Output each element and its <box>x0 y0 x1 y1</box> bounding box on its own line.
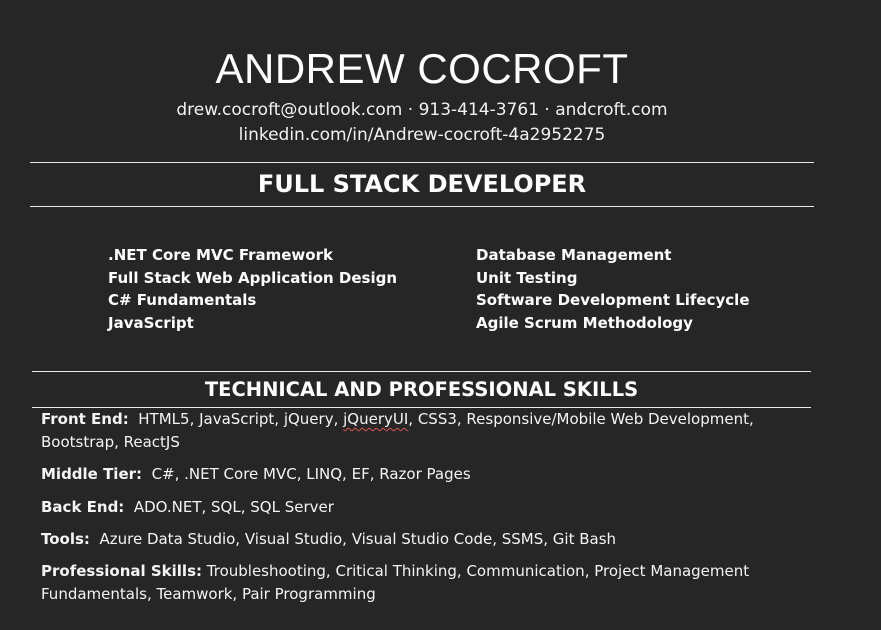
skill-professional: Professional Skills: Troubleshooting, Cr… <box>41 560 781 605</box>
spellcheck-flagged-word[interactable]: jQueryUI <box>343 410 408 428</box>
highlight-item: Software Development Lifecycle <box>476 291 750 310</box>
contact-info: drew.cocroft@outlook.com · 913-414-3761 … <box>176 100 668 120</box>
divider-top <box>30 162 814 163</box>
highlight-item: Database Management <box>476 246 672 264</box>
skill-label: Front End: <box>41 410 129 428</box>
highlight-item: Agile Scrum Methodology <box>476 314 693 333</box>
skill-text: C#, .NET Core MVC, LINQ, EF, Razor Pages <box>151 465 471 483</box>
skill-back-end: Back End: ADO.NET, SQL, SQL Server <box>41 496 781 519</box>
highlight-item: JavaScript <box>108 314 194 333</box>
resume-page: ANDREW COCROFT drew.cocroft@outlook.com … <box>0 0 881 630</box>
highlight-item: C# Fundamentals <box>108 291 257 310</box>
skill-label: Middle Tier: <box>41 465 143 483</box>
linkedin-url: linkedin.com/in/Andrew-cocroft-4a2952275 <box>238 125 606 145</box>
skill-label: Professional Skills: <box>41 562 202 580</box>
skill-middle-tier: Middle Tier: C#, .NET Core MVC, LINQ, EF… <box>41 463 781 486</box>
highlight-item: Unit Testing <box>476 268 578 287</box>
highlight-item: Full Stack Web Application Design <box>108 268 398 287</box>
highlight-item: .NET Core MVC Framework <box>108 246 333 264</box>
skill-text: Azure Data Studio, Visual Studio, Visual… <box>99 530 617 548</box>
skills-section-title: TECHNICAL AND PROFESSIONAL SKILLS <box>204 378 639 401</box>
skill-label: Back End: <box>41 498 125 516</box>
highlights-right-column: Database Management Unit Testing Softwar… <box>476 244 750 335</box>
skill-front-end: Front End: HTML5, JavaScript, jQuery, jQ… <box>41 408 781 453</box>
candidate-name: ANDREW COCROFT <box>215 45 629 92</box>
skill-text: ADO.NET, SQL, SQL Server <box>133 498 334 516</box>
skill-text: HTML5, JavaScript, jQuery, <box>138 410 344 428</box>
skill-label: Tools: <box>41 530 90 548</box>
divider-title-bottom <box>30 206 814 207</box>
skill-tools: Tools: Azure Data Studio, Visual Studio,… <box>41 528 781 551</box>
divider-skills-top <box>32 371 811 372</box>
highlights-left-column: .NET Core MVC Framework Full Stack Web A… <box>108 244 397 335</box>
role-title: FULL STACK DEVELOPER <box>257 170 587 198</box>
